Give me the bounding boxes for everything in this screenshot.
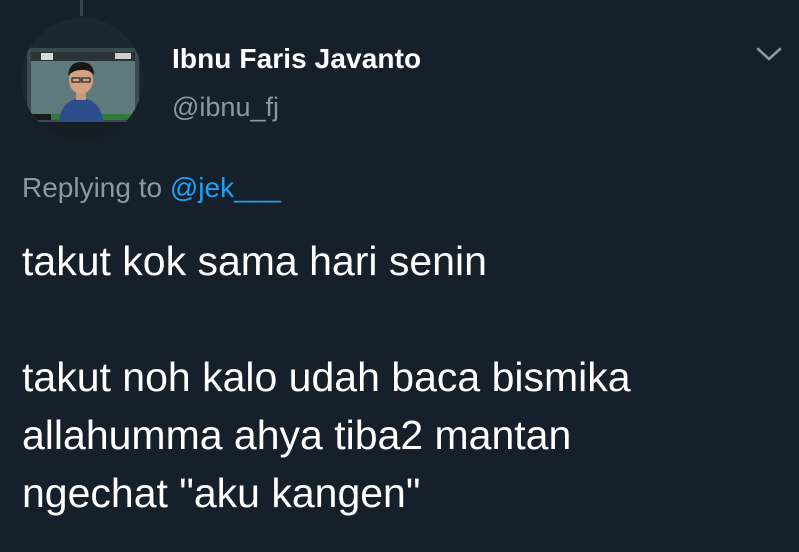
tweet-text-line: takut noh kalo udah baca bismika	[22, 354, 631, 400]
tweet-text-line: allahumma ahya tiba2 mantan	[22, 412, 572, 458]
tweet-text-line: takut kok sama hari senin	[22, 238, 487, 284]
author-display-name[interactable]: Ibnu Faris Javanto	[172, 43, 421, 75]
reply-mention-link[interactable]: @jek___	[170, 172, 281, 203]
avatar-image	[21, 18, 143, 140]
author-handle[interactable]: @ibnu_fj	[172, 92, 279, 123]
replying-to-label: Replying to	[22, 172, 163, 203]
avatar[interactable]	[21, 18, 143, 140]
replying-to: Replying to @jek___	[22, 172, 281, 204]
tweet-text: takut kok sama hari senin takut noh kalo…	[22, 232, 782, 522]
tweet-text-line: ngechat "aku kangen"	[22, 470, 421, 516]
chevron-down-icon[interactable]	[752, 42, 786, 66]
thread-connector-line	[80, 0, 83, 16]
